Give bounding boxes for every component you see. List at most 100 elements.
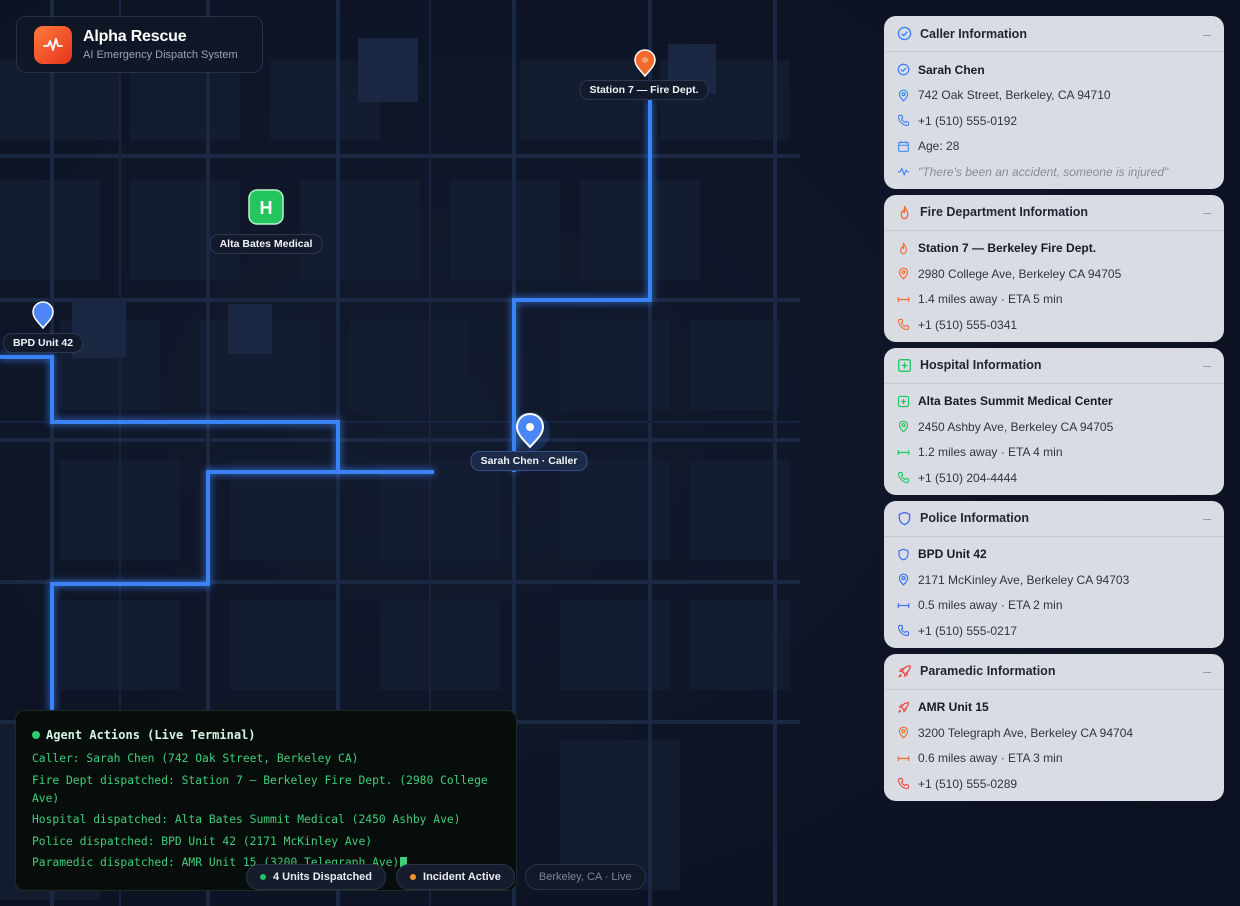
shield-icon bbox=[898, 511, 911, 525]
fire-distance-row: 1.4 miles away · ETA 5 min bbox=[897, 287, 1211, 313]
collapse-button[interactable]: – bbox=[1203, 663, 1211, 679]
status-dot-icon bbox=[260, 874, 266, 880]
phone-icon bbox=[897, 778, 910, 790]
hospital-phone-row: +1 (510) 204-4444 bbox=[897, 465, 1211, 491]
incident-active-text: Incident Active bbox=[423, 871, 501, 883]
fire-info-header[interactable]: Fire Department Information – bbox=[884, 195, 1224, 231]
fire-address-row: 2980 College Ave, Berkeley CA 94705 bbox=[897, 261, 1211, 287]
plus-square-icon bbox=[897, 395, 910, 407]
fire-station-name: Station 7 — Berkeley Fire Dept. bbox=[918, 241, 1097, 256]
caller-info-header[interactable]: Caller Information – bbox=[884, 16, 1224, 52]
paramedic-distance-row: 0.6 miles away · ETA 3 min bbox=[897, 746, 1211, 772]
phone-icon bbox=[897, 115, 910, 127]
info-panels: Caller Information – Sarah Chen 742 Oak … bbox=[884, 16, 1224, 807]
police-phone: +1 (510) 555-0217 bbox=[918, 623, 1018, 638]
police-info-header[interactable]: Police Information – bbox=[884, 501, 1224, 537]
caller-age-row: Age: 28 bbox=[897, 134, 1211, 160]
fire-address: 2980 College Ave, Berkeley CA 94705 bbox=[918, 266, 1122, 281]
terminal-line: Caller: Sarah Chen (742 Oak Street, Berk… bbox=[32, 752, 359, 765]
map-pin-icon bbox=[898, 726, 909, 739]
police-distance: 0.5 miles away · ETA 2 min bbox=[918, 598, 1063, 613]
pulse-icon bbox=[897, 167, 910, 176]
pulse-icon bbox=[34, 25, 72, 64]
app-subtitle: AI Emergency Dispatch System bbox=[83, 49, 238, 61]
hospital-marker: H bbox=[248, 189, 284, 225]
police-info-card: Police Information – BPD Unit 42 2171 Mc… bbox=[884, 500, 1224, 648]
police-label: BPD Unit 42 bbox=[2, 333, 84, 353]
paramedic-info-header[interactable]: Paramedic Information – bbox=[884, 654, 1224, 690]
check-circle-icon bbox=[897, 26, 912, 41]
location-live-text: Berkeley, CA · Live bbox=[538, 871, 632, 883]
map-pin-icon bbox=[898, 267, 909, 280]
phone-icon bbox=[897, 319, 910, 331]
fire-name-row: Station 7 — Berkeley Fire Dept. bbox=[897, 236, 1211, 262]
caller-phone: +1 (510) 555-0192 bbox=[918, 113, 1018, 128]
collapse-button[interactable]: – bbox=[1203, 26, 1211, 42]
hospital-phone: +1 (510) 204-4444 bbox=[918, 470, 1018, 485]
caller-quote: "There's been an accident, someone is in… bbox=[918, 164, 1169, 179]
police-distance-row: 0.5 miles away · ETA 2 min bbox=[897, 593, 1211, 619]
location-live-pill[interactable]: Berkeley, CA · Live bbox=[524, 864, 646, 890]
caller-info-card: Caller Information – Sarah Chen 742 Oak … bbox=[884, 16, 1224, 189]
collapse-button[interactable]: – bbox=[1203, 510, 1211, 526]
phone-icon bbox=[897, 625, 910, 637]
hospital-distance-row: 1.2 miles away · ETA 4 min bbox=[897, 440, 1211, 466]
fire-distance: 1.4 miles away · ETA 5 min bbox=[918, 292, 1063, 307]
collapse-button[interactable]: – bbox=[1203, 357, 1211, 373]
map-pin-icon bbox=[898, 89, 909, 102]
status-dot-icon bbox=[410, 874, 417, 880]
paramedic-info-title: Paramedic Information bbox=[920, 664, 1056, 678]
fire-phone-row: +1 (510) 555-0341 bbox=[897, 312, 1211, 338]
shield-icon bbox=[898, 548, 909, 561]
paramedic-name-row: AMR Unit 15 bbox=[897, 695, 1211, 721]
hospital-name-row: Alta Bates Summit Medical Center bbox=[897, 389, 1211, 415]
paramedic-unit-name: AMR Unit 15 bbox=[918, 700, 989, 715]
fire-station-label: Station 7 — Fire Dept. bbox=[579, 80, 709, 100]
plus-square-icon bbox=[898, 358, 911, 372]
units-dispatched-pill[interactable]: 4 Units Dispatched bbox=[246, 864, 387, 890]
terminal-line: Police dispatched: BPD Unit 42 (2171 McK… bbox=[32, 834, 373, 848]
hospital-info-header[interactable]: Hospital Information – bbox=[884, 348, 1224, 384]
hospital-badge-letter: H bbox=[260, 198, 273, 218]
caller-name: Sarah Chen bbox=[918, 62, 985, 77]
paramedic-info-card: Paramedic Information – AMR Unit 15 3200… bbox=[884, 653, 1224, 801]
caller-address-row: 742 Oak Street, Berkeley, CA 94710 bbox=[897, 83, 1211, 109]
ruler-icon bbox=[897, 755, 910, 761]
status-bar: 4 Units Dispatched Incident Active Berke… bbox=[246, 864, 656, 890]
terminal-header: Agent Actions (Live Terminal) bbox=[32, 726, 500, 744]
hospital-address-row: 2450 Ashby Ave, Berkeley CA 94705 bbox=[897, 414, 1211, 440]
terminal-line: Hospital dispatched: Alta Bates Summit M… bbox=[32, 813, 461, 827]
calendar-icon bbox=[898, 140, 909, 152]
app-title: Alpha Rescue bbox=[83, 28, 187, 45]
paramedic-distance: 0.6 miles away · ETA 3 min bbox=[918, 751, 1063, 766]
flame-icon bbox=[900, 242, 907, 255]
caller-info-title: Caller Information bbox=[920, 26, 1027, 41]
map-pin-icon bbox=[898, 420, 909, 433]
caller-quote-row: "There's been an accident, someone is in… bbox=[897, 159, 1211, 185]
hospital-label: Alta Bates Medical bbox=[209, 234, 323, 254]
hospital-name: Alta Bates Summit Medical Center bbox=[918, 394, 1113, 409]
caller-label: Sarah Chen · Caller bbox=[470, 451, 588, 471]
terminal-title: Agent Actions (Live Terminal) bbox=[46, 728, 256, 742]
police-name-row: BPD Unit 42 bbox=[897, 542, 1211, 568]
rocket-icon bbox=[898, 701, 909, 713]
hospital-info-title: Hospital Information bbox=[920, 358, 1042, 372]
fire-phone: +1 (510) 555-0341 bbox=[918, 317, 1018, 332]
caller-age: Age: 28 bbox=[918, 139, 960, 154]
ruler-icon bbox=[897, 602, 910, 608]
caller-name-row: Sarah Chen bbox=[897, 57, 1211, 83]
collapse-button[interactable]: – bbox=[1203, 204, 1211, 220]
phone-icon bbox=[897, 472, 910, 484]
terminal-line: Fire Dept dispatched: Station 7 — Berkel… bbox=[32, 773, 488, 805]
caller-pin bbox=[510, 412, 550, 452]
police-unit-name: BPD Unit 42 bbox=[918, 547, 987, 562]
map-pin-icon bbox=[898, 573, 909, 586]
rocket-icon bbox=[898, 664, 911, 678]
app-brand: Alpha Rescue AI Emergency Dispatch Syste… bbox=[16, 16, 263, 73]
paramedic-address-row: 3200 Telegraph Ave, Berkeley CA 94704 bbox=[897, 720, 1211, 746]
flame-icon bbox=[900, 205, 909, 219]
hospital-distance: 1.2 miles away · ETA 4 min bbox=[918, 445, 1063, 460]
caller-phone-row: +1 (510) 555-0192 bbox=[897, 108, 1211, 134]
fire-info-card: Fire Department Information – Station 7 … bbox=[884, 194, 1224, 342]
incident-active-pill[interactable]: Incident Active bbox=[396, 864, 515, 890]
